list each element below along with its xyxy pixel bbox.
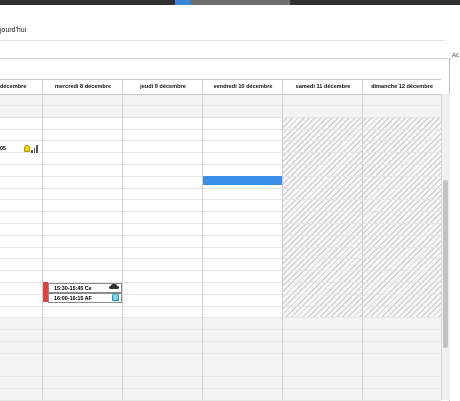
time-slot-row[interactable] xyxy=(0,129,441,142)
event-time-label: 16:00-16:15 AF xyxy=(54,296,92,302)
column-divider xyxy=(202,79,203,400)
window-top-bar xyxy=(0,0,460,5)
time-slot-row[interactable] xyxy=(0,212,441,224)
scrollbar-thumb[interactable] xyxy=(443,180,448,348)
day-header-saturday[interactable]: samedi 11 décembre xyxy=(283,80,363,94)
event-friday-blue[interactable] xyxy=(203,176,282,185)
time-slot-row[interactable] xyxy=(0,94,441,106)
time-slot-row[interactable] xyxy=(0,271,441,283)
calendar-grid[interactable] xyxy=(0,94,441,401)
time-slot-row[interactable] xyxy=(0,188,441,201)
time-slot-row[interactable] xyxy=(0,377,441,390)
time-slot-row[interactable] xyxy=(0,365,441,378)
time-slot-row[interactable] xyxy=(0,141,441,154)
day-header-wednesday[interactable]: mercredi 8 décembre xyxy=(43,80,123,94)
event-time-label: 15:30-15:45 Ce xyxy=(54,286,92,292)
time-slot-row[interactable] xyxy=(0,200,441,213)
time-slot-row[interactable] xyxy=(0,236,441,248)
day-header-tuesday[interactable]: décembre xyxy=(0,80,42,94)
time-slot-row[interactable] xyxy=(0,318,441,331)
time-slot-row[interactable] xyxy=(0,330,441,342)
event-wed-1600[interactable]: 16:00-16:15 AF xyxy=(48,293,122,303)
today-toolbar: jourd'hui xyxy=(0,24,445,41)
bell-icon xyxy=(24,145,30,152)
column-divider xyxy=(42,79,43,400)
time-slot-row[interactable] xyxy=(0,153,441,165)
day-header-row: décembre mercredi 8 décembre jeudi 9 déc… xyxy=(0,79,441,95)
time-slot-row[interactable] xyxy=(0,389,441,401)
time-slot-row[interactable] xyxy=(0,341,441,354)
time-slot-row[interactable] xyxy=(0,105,441,118)
top-tab-accent xyxy=(175,0,191,5)
today-button[interactable]: jourd'hui xyxy=(0,27,26,34)
time-slot-row[interactable] xyxy=(0,259,441,272)
time-slot-row[interactable] xyxy=(0,247,441,260)
right-panel-label[interactable]: Ac xyxy=(452,53,459,59)
signal-bars-icon xyxy=(31,145,39,153)
ghost-icon xyxy=(112,293,119,301)
column-divider xyxy=(122,79,123,400)
column-divider xyxy=(362,79,363,400)
day-header-thursday[interactable]: jeudi 9 décembre xyxy=(123,80,203,94)
time-slot-row[interactable] xyxy=(0,353,441,366)
day-header-friday[interactable]: vendredi 10 décembre xyxy=(203,80,283,94)
time-slot-row[interactable] xyxy=(0,118,441,130)
time-slot-row[interactable] xyxy=(0,224,441,236)
car-icon xyxy=(109,284,119,290)
day-header-sunday[interactable]: dimanche 12 décembre xyxy=(363,80,441,94)
time-slot-row[interactable] xyxy=(0,306,441,319)
top-tab-strip xyxy=(175,0,290,5)
time-slot-row[interactable] xyxy=(0,165,441,177)
column-divider xyxy=(282,79,283,400)
